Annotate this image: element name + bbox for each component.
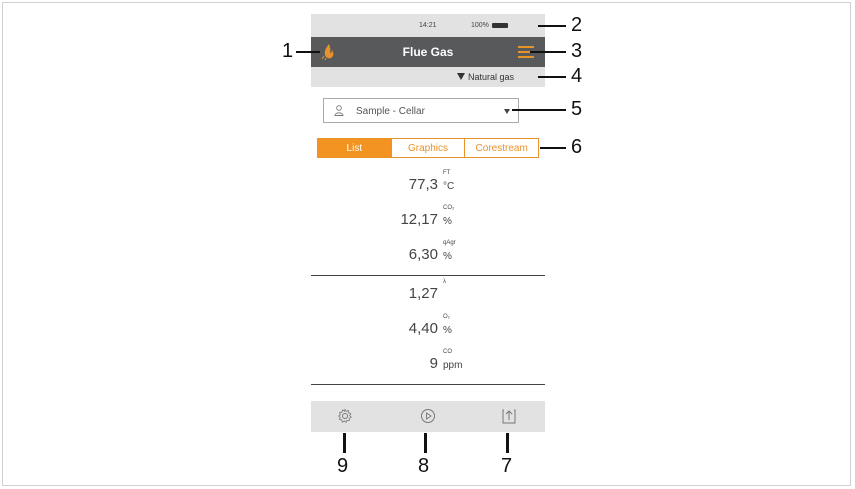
reading-row: 6,30 qAgr % bbox=[311, 238, 545, 268]
callout-number: 4 bbox=[571, 65, 583, 87]
reading-row: 77,3 FT °C bbox=[311, 168, 545, 198]
reading-row: 1,27 λ bbox=[311, 277, 545, 307]
callout-leader bbox=[512, 109, 566, 111]
callout-leader bbox=[506, 433, 509, 453]
callout-number: 1 bbox=[282, 40, 294, 62]
fuel-label: Natural gas bbox=[468, 72, 515, 82]
reading-parameter: O₂ bbox=[443, 314, 450, 320]
tab-graphics[interactable]: Graphics bbox=[391, 138, 466, 158]
reading-unit: ppm bbox=[443, 360, 463, 371]
page-title: Flue Gas bbox=[402, 45, 454, 59]
person-icon bbox=[334, 105, 344, 116]
callout-leader bbox=[343, 433, 346, 453]
callout-number: 3 bbox=[571, 40, 583, 62]
reading-unit: % bbox=[443, 251, 452, 262]
callout-number: 5 bbox=[571, 98, 583, 120]
callout-leader bbox=[538, 76, 566, 78]
reading-unit: °C bbox=[443, 181, 455, 192]
reading-row: 12,17 CO₂ % bbox=[311, 203, 545, 233]
callout-number: 7 bbox=[501, 455, 513, 477]
reading-value: 9 bbox=[429, 355, 438, 372]
status-time: 14:21 bbox=[419, 22, 437, 29]
play-icon[interactable] bbox=[420, 408, 436, 424]
reading-row: 9 CO ppm bbox=[311, 347, 545, 377]
reading-value: 4,40 bbox=[408, 320, 438, 337]
chevron-down-icon bbox=[504, 109, 510, 114]
callout-number: 9 bbox=[337, 455, 349, 477]
gear-icon[interactable] bbox=[337, 408, 353, 424]
callout-number: 6 bbox=[571, 136, 583, 158]
callout-leader bbox=[538, 25, 566, 27]
reading-row: 4,40 O₂ % bbox=[311, 312, 545, 342]
reading-value: 12,17 bbox=[400, 211, 438, 228]
location-dropdown[interactable]: Sample - Cellar bbox=[323, 98, 519, 123]
callout-number: 2 bbox=[571, 14, 583, 36]
reading-unit: % bbox=[443, 216, 452, 227]
reading-value: 77,3 bbox=[408, 176, 438, 193]
callout-leader bbox=[296, 51, 320, 53]
divider bbox=[311, 384, 545, 385]
tab-corestream[interactable]: Corestream bbox=[465, 138, 540, 158]
fuel-selector[interactable]: Natural gas bbox=[311, 67, 545, 87]
reading-value: 6,30 bbox=[408, 246, 438, 263]
reading-parameter: FT bbox=[443, 170, 451, 176]
battery-level: 100% bbox=[471, 22, 489, 29]
location-label: Sample - Cellar bbox=[356, 106, 425, 117]
triangle-down-icon bbox=[457, 73, 465, 80]
reading-parameter: CO₂ bbox=[443, 205, 455, 211]
bottom-toolbar bbox=[311, 401, 545, 432]
reading-parameter: qAgr bbox=[443, 240, 456, 246]
callout-leader bbox=[540, 147, 566, 149]
view-tabs: List Graphics Corestream bbox=[317, 138, 540, 158]
reading-parameter: CO bbox=[443, 349, 452, 355]
tab-list[interactable]: List bbox=[317, 138, 392, 158]
callout-leader bbox=[530, 51, 566, 53]
callout-leader bbox=[424, 433, 427, 453]
status-bar: 14:21 100% bbox=[311, 14, 545, 37]
export-icon[interactable] bbox=[501, 408, 517, 424]
divider bbox=[311, 275, 545, 276]
callout-number: 8 bbox=[418, 455, 430, 477]
reading-value: 1,27 bbox=[408, 285, 438, 302]
reading-unit: % bbox=[443, 325, 452, 336]
battery-icon bbox=[492, 23, 508, 28]
reading-parameter: λ bbox=[443, 279, 446, 285]
title-bar: Flue Gas bbox=[311, 37, 545, 67]
